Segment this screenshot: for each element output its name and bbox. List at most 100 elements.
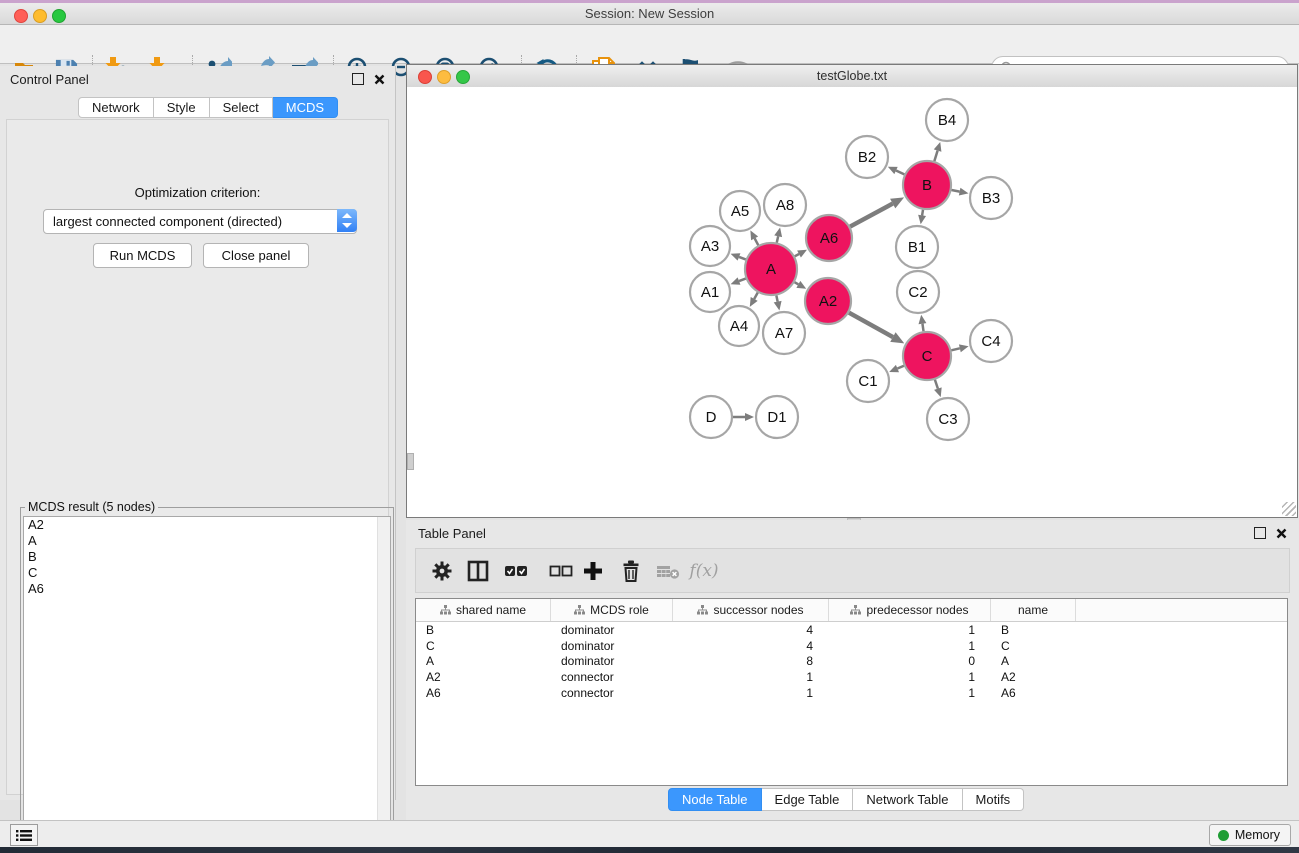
graph-edge-A-A5[interactable] xyxy=(755,238,759,245)
node-table[interactable]: shared name MCDS role successor nodes xyxy=(415,598,1288,786)
float-panel-icon[interactable] xyxy=(352,73,364,85)
graph-node-A2[interactable]: A2 xyxy=(805,278,851,324)
table-cell[interactable]: dominator xyxy=(551,623,673,637)
graph-edge-A-A3[interactable] xyxy=(739,257,746,260)
window-resize-grip[interactable] xyxy=(1282,502,1296,516)
graph-node-A6[interactable]: A6 xyxy=(806,215,852,261)
table-cell[interactable]: 4 xyxy=(673,623,829,637)
network-graph[interactable]: B4B2BB3A5A8A6A3B1AA1C2A2A4A7C4CC1C3DD1 xyxy=(407,87,1297,517)
mcds-result-item[interactable]: C xyxy=(24,565,390,581)
graph-node-C3[interactable]: C3 xyxy=(927,398,969,440)
float-table-panel-icon[interactable] xyxy=(1254,527,1266,539)
table-cell[interactable]: 1 xyxy=(673,686,829,700)
graph-edge-C-C1[interactable] xyxy=(897,366,904,369)
table-cell[interactable]: dominator xyxy=(551,654,673,668)
table-row[interactable]: Bdominator41B xyxy=(416,622,1287,638)
mcds-result-item[interactable]: A2 xyxy=(24,517,390,533)
graph-edge-A-A8[interactable] xyxy=(777,236,778,242)
column-header-shared-name[interactable]: shared name xyxy=(416,599,551,621)
close-panel-icon[interactable] xyxy=(374,74,385,85)
table-cell[interactable]: B xyxy=(991,623,1076,637)
canvas-left-handle[interactable] xyxy=(407,453,414,470)
table-cell[interactable]: dominator xyxy=(551,639,673,653)
graph-node-B[interactable]: B xyxy=(903,161,951,209)
table-cell[interactable]: 1 xyxy=(829,639,991,653)
delete-column-button[interactable] xyxy=(619,559,643,583)
table-cell[interactable]: A6 xyxy=(991,686,1076,700)
graph-edge-C-C3[interactable] xyxy=(935,380,938,389)
graph-node-B1[interactable]: B1 xyxy=(896,226,938,268)
table-cell[interactable]: C xyxy=(416,639,551,653)
graph-node-D1[interactable]: D1 xyxy=(756,396,798,438)
graph-edge-A-A6[interactable] xyxy=(795,254,799,256)
graph-edge-C-C4[interactable] xyxy=(951,348,960,350)
table-cell[interactable]: A2 xyxy=(416,670,551,684)
graph-edge-A-A4[interactable] xyxy=(754,293,758,299)
table-cell[interactable]: 1 xyxy=(829,686,991,700)
task-history-button[interactable] xyxy=(10,824,38,846)
table-cell[interactable]: A xyxy=(991,654,1076,668)
table-cell[interactable]: 4 xyxy=(673,639,829,653)
graph-node-A8[interactable]: A8 xyxy=(764,184,806,226)
graph-edge-B-B3[interactable] xyxy=(951,190,959,192)
graph-node-C1[interactable]: C1 xyxy=(847,360,889,402)
table-cell[interactable]: connector xyxy=(551,686,673,700)
table-cell[interactable]: A2 xyxy=(991,670,1076,684)
table-cell[interactable]: C xyxy=(991,639,1076,653)
tab-select[interactable]: Select xyxy=(210,97,273,118)
graph-node-C2[interactable]: C2 xyxy=(897,271,939,313)
tab-network[interactable]: Network xyxy=(78,97,154,118)
graph-node-A[interactable]: A xyxy=(745,243,797,295)
select-stepper-icon[interactable] xyxy=(337,209,357,232)
graph-node-A3[interactable]: A3 xyxy=(690,226,730,266)
table-row[interactable]: A6connector11A6 xyxy=(416,685,1287,701)
graph-node-B2[interactable]: B2 xyxy=(846,136,888,178)
column-header-predecessor-nodes[interactable]: predecessor nodes xyxy=(829,599,991,621)
mcds-result-list[interactable]: A2ABCA6 xyxy=(23,516,391,840)
graph-node-C4[interactable]: C4 xyxy=(970,320,1012,362)
graph-edge-C-C2[interactable] xyxy=(922,324,923,332)
graph-edge-A-A2[interactable] xyxy=(795,282,799,284)
table-cell[interactable]: B xyxy=(416,623,551,637)
network-canvas[interactable]: B4B2BB3A5A8A6A3B1AA1C2A2A4A7C4CC1C3DD1 xyxy=(407,87,1297,517)
mcds-result-item[interactable]: A6 xyxy=(24,581,390,597)
graph-edge-B-B2[interactable] xyxy=(896,171,904,175)
run-mcds-button[interactable]: Run MCDS xyxy=(93,243,192,268)
tab-motifs[interactable]: Motifs xyxy=(963,788,1025,811)
optimization-criterion-select[interactable]: largest connected component (directed) xyxy=(43,209,357,234)
network-window-titlebar[interactable]: testGlobe.txt xyxy=(407,65,1297,88)
mcds-result-item[interactable]: B xyxy=(24,549,390,565)
column-header-mcds-role[interactable]: MCDS role xyxy=(551,599,673,621)
table-cell[interactable]: 1 xyxy=(829,623,991,637)
table-cell[interactable]: A xyxy=(416,654,551,668)
graph-node-A4[interactable]: A4 xyxy=(719,306,759,346)
tab-mcds[interactable]: MCDS xyxy=(273,97,338,118)
graph-node-B4[interactable]: B4 xyxy=(926,99,968,141)
graph-node-D[interactable]: D xyxy=(690,396,732,438)
table-options-button[interactable] xyxy=(430,559,454,583)
delete-table-button[interactable] xyxy=(656,559,680,583)
graph-node-A5[interactable]: A5 xyxy=(720,191,760,231)
graph-edge-A-A7[interactable] xyxy=(776,295,777,301)
column-header-name[interactable]: name xyxy=(991,599,1076,621)
table-cell[interactable]: 1 xyxy=(829,670,991,684)
mcds-result-scrollbar[interactable] xyxy=(377,517,390,839)
close-panel-button[interactable]: Close panel xyxy=(203,243,309,268)
show-column-button[interactable] xyxy=(466,559,490,583)
table-cell[interactable]: 0 xyxy=(829,654,991,668)
column-header-successor-nodes[interactable]: successor nodes xyxy=(673,599,829,621)
graph-edge-B-B1[interactable] xyxy=(922,210,923,216)
unselect-all-button[interactable] xyxy=(549,559,573,583)
close-table-panel-icon[interactable] xyxy=(1276,528,1287,539)
mcds-result-item[interactable]: A xyxy=(24,533,390,549)
tab-style[interactable]: Style xyxy=(154,97,210,118)
tab-edge-table[interactable]: Edge Table xyxy=(762,788,854,811)
tab-network-table[interactable]: Network Table xyxy=(853,788,962,811)
table-cell[interactable]: 8 xyxy=(673,654,829,668)
tab-node-table[interactable]: Node Table xyxy=(668,788,762,811)
table-row[interactable]: Cdominator41C xyxy=(416,638,1287,654)
table-row[interactable]: A2connector11A2 xyxy=(416,669,1287,685)
table-cell[interactable]: connector xyxy=(551,670,673,684)
table-cell[interactable]: A6 xyxy=(416,686,551,700)
memory-button[interactable]: Memory xyxy=(1209,824,1291,846)
